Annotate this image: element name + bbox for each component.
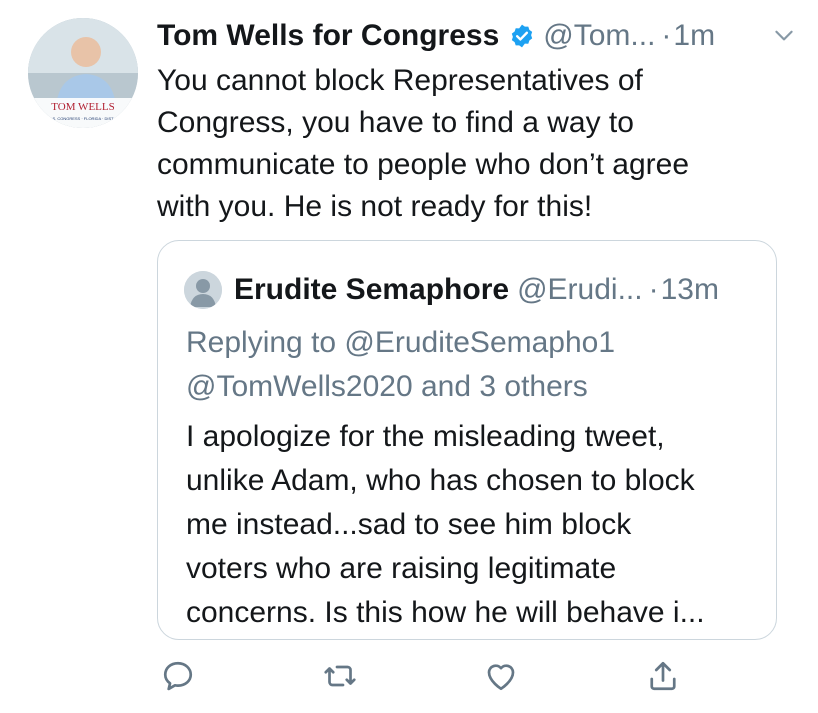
share-icon[interactable] xyxy=(645,658,681,694)
author-display-name[interactable]: Tom Wells for Congress xyxy=(157,19,499,53)
tweet-timestamp[interactable]: 1m xyxy=(673,19,715,53)
quoted-tweet-timestamp[interactable]: 13m xyxy=(661,273,719,307)
author-handle[interactable]: @Tom... xyxy=(543,19,655,53)
reply-icon[interactable] xyxy=(160,658,196,694)
retweet-icon[interactable] xyxy=(322,658,358,694)
tweet-header: Tom Wells for Congress @Tom... · 1m xyxy=(157,14,797,58)
separator-dot: · xyxy=(661,19,672,52)
like-icon[interactable] xyxy=(483,658,519,694)
quoted-tweet-text: I apologize for the misleading tweet, un… xyxy=(186,420,705,629)
author-avatar[interactable]: TOM WELLS U.S. CONGRESS · FLORIDA · DIST… xyxy=(28,18,138,128)
verified-badge-icon xyxy=(509,23,535,49)
replying-to: Replying to @EruditeSemapho1 @TomWells20… xyxy=(186,326,616,403)
quoted-author-handle[interactable]: @Erudi... xyxy=(517,273,643,307)
quoted-tweet-header: Erudite Semaphore @Erudi... · 13m xyxy=(184,271,754,309)
avatar-sub-text: U.S. CONGRESS · FLORIDA · DIST. 3 xyxy=(48,116,118,121)
avatar-logo-text: TOM WELLS xyxy=(51,101,114,113)
chevron-down-icon[interactable] xyxy=(771,22,797,48)
quoted-tweet[interactable]: Erudite Semaphore @Erudi... · 13m Replyi… xyxy=(157,240,777,640)
quoted-author-display-name[interactable]: Erudite Semaphore xyxy=(234,273,509,307)
quoted-author-avatar[interactable] xyxy=(184,271,222,309)
separator-dot: · xyxy=(648,273,659,306)
tweet-actions xyxy=(160,658,700,698)
tweet-text: You cannot block Representatives of Cong… xyxy=(157,64,690,223)
